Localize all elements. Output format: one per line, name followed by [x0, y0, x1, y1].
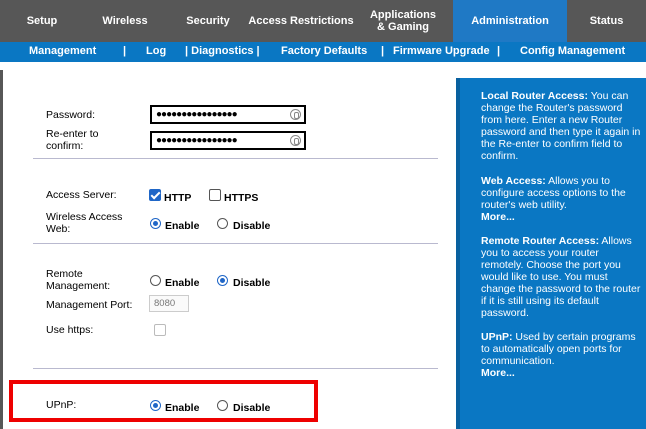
show-password-icon[interactable]: [290, 109, 301, 120]
sidebar-edge: [456, 78, 460, 429]
tab-label-line1: Applications: [369, 9, 436, 21]
divider: [33, 368, 438, 369]
tab-status[interactable]: Status: [567, 0, 646, 42]
subnav-firmware-upgrade[interactable]: Firmware Upgrade: [393, 45, 490, 57]
reenter-label: Re-enter to confirm:: [46, 128, 99, 152]
tab-wireless[interactable]: Wireless: [84, 0, 166, 42]
tab-applications-gaming[interactable]: Applications & Gaming: [358, 0, 448, 42]
remote-management-disable-label: Disable: [233, 277, 271, 289]
remote-management-disable-radio[interactable]: [217, 275, 228, 286]
tab-label: Status: [589, 15, 624, 27]
tab-label: Security: [186, 15, 230, 27]
divider: [33, 158, 438, 159]
subnav-management[interactable]: Management: [29, 45, 96, 57]
access-server-label: Access Server:: [46, 189, 117, 201]
subnav-diagnostics[interactable]: | Diagnostics |: [185, 45, 260, 57]
password-value: ●●●●●●●●●●●●●●●●: [156, 109, 238, 120]
password-label: Password:: [46, 109, 96, 121]
upnp-highlight-box: [9, 380, 318, 422]
help-local-access: Local Router Access: You can change the …: [481, 90, 641, 162]
remote-management-enable-label: Enable: [165, 277, 200, 289]
divider: [33, 243, 438, 244]
help-upnp-title: UPnP:: [481, 331, 513, 343]
subnav-factory-defaults[interactable]: Factory Defaults: [281, 45, 367, 57]
subnav-separator: |: [123, 45, 127, 57]
wireless-web-disable-label: Disable: [233, 220, 271, 232]
https-checkbox[interactable]: [209, 189, 221, 201]
help-upnp-more-link[interactable]: More...: [481, 367, 515, 379]
tab-label: Access Restrictions: [248, 15, 354, 27]
help-web-access: Web Access: Allows you to configure acce…: [481, 175, 641, 223]
subnav-separator: |: [381, 45, 385, 57]
tab-label: Applications & Gaming: [370, 9, 436, 33]
use-https-checkbox[interactable]: [154, 324, 166, 336]
wireless-web-enable-label: Enable: [165, 220, 200, 232]
help-web-more-link[interactable]: More...: [481, 211, 515, 223]
tab-label: Wireless: [102, 15, 148, 27]
tab-label: Setup: [26, 15, 58, 27]
wireless-access-web-label-line2: Web:: [46, 223, 71, 235]
help-remote-text: Allows you to access your router remotel…: [481, 235, 641, 319]
tab-administration[interactable]: Administration: [453, 0, 567, 42]
admin-form: Password: ●●●●●●●●●●●●●●●● Re-enter to c…: [3, 70, 455, 429]
top-tab-bar: Setup Wireless Security Access Restricti…: [0, 0, 646, 42]
tab-label: Administration: [471, 15, 549, 27]
subnav-separator: |: [497, 45, 501, 57]
password-input[interactable]: ●●●●●●●●●●●●●●●●: [150, 105, 306, 124]
tab-label-line2: & Gaming: [377, 21, 429, 33]
show-password-icon[interactable]: [290, 135, 301, 146]
remote-management-enable-radio[interactable]: [150, 275, 161, 286]
reenter-label-line1: Re-enter to: [46, 128, 99, 140]
remote-management-label-line1: Remote: [46, 268, 83, 280]
http-checkbox[interactable]: [149, 189, 161, 201]
http-label: HTTP: [164, 192, 192, 204]
wireless-web-disable-radio[interactable]: [217, 218, 228, 229]
https-label: HTTPS: [224, 192, 259, 204]
wireless-access-web-label-line1: Wireless Access: [46, 211, 123, 223]
reenter-value: ●●●●●●●●●●●●●●●●: [156, 135, 238, 146]
help-sidebar: Local Router Access: You can change the …: [456, 78, 646, 429]
spacer: [0, 62, 646, 70]
tab-access-restrictions[interactable]: Access Restrictions: [244, 0, 358, 42]
reenter-label-line2: confirm:: [46, 140, 84, 152]
tab-setup[interactable]: Setup: [0, 0, 84, 42]
reenter-password-input[interactable]: ●●●●●●●●●●●●●●●●: [150, 131, 306, 150]
subnav-config-management[interactable]: Config Management: [520, 45, 625, 57]
help-remote-title: Remote Router Access:: [481, 235, 600, 247]
use-https-label: Use https:: [46, 324, 94, 336]
wireless-access-web-label: Wireless Access Web:: [46, 211, 122, 235]
management-port-input[interactable]: 8080: [149, 295, 189, 312]
sub-nav: Management | Log | Diagnostics | Factory…: [0, 42, 646, 62]
help-web-title: Web Access:: [481, 175, 546, 187]
tab-security[interactable]: Security: [166, 0, 250, 42]
management-port-value: 8080: [154, 298, 176, 309]
help-local-title: Local Router Access:: [481, 90, 588, 102]
help-remote-access: Remote Router Access: Allows you to acce…: [481, 235, 641, 319]
remote-management-label: Remote Management:: [46, 268, 110, 292]
remote-management-label-line2: Management:: [46, 280, 111, 292]
management-port-label: Management Port:: [46, 299, 133, 311]
subnav-log[interactable]: Log: [146, 45, 166, 57]
help-upnp: UPnP: Used by certain programs to automa…: [481, 331, 641, 379]
wireless-web-enable-radio[interactable]: [150, 218, 161, 229]
